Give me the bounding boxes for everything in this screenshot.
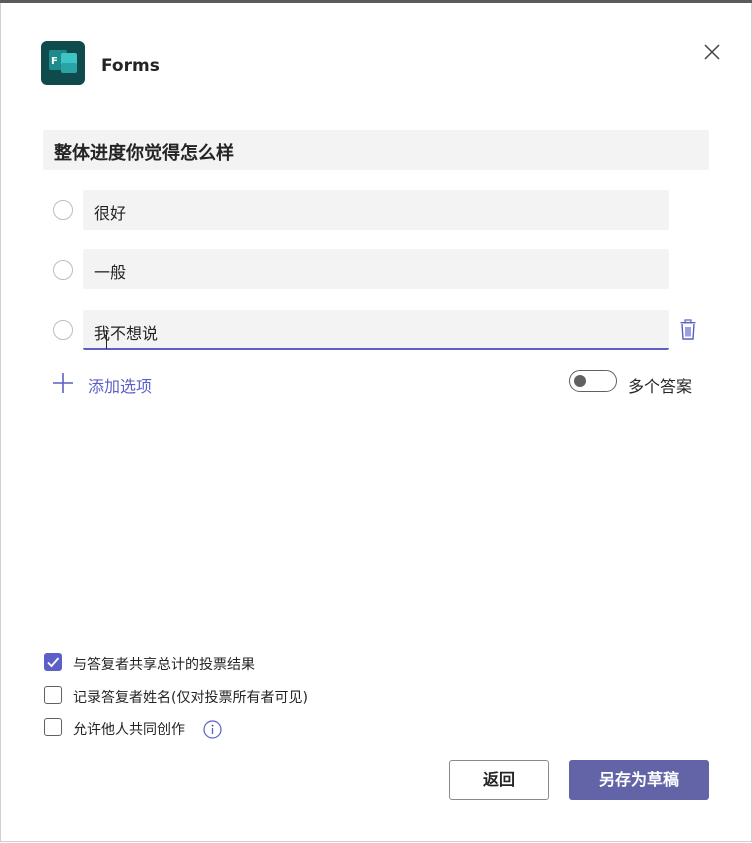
- save-draft-button[interactable]: 另存为草稿: [569, 760, 709, 800]
- co-author-checkbox[interactable]: [44, 718, 62, 736]
- question-field[interactable]: 整体进度你觉得怎么样: [43, 130, 709, 170]
- option-text: 我不想说: [94, 324, 159, 343]
- co-author-label: 允许他人共同创作: [73, 722, 185, 738]
- option-field-1[interactable]: 很好: [83, 190, 669, 230]
- info-button[interactable]: [203, 720, 222, 739]
- toggle-knob: [574, 375, 586, 387]
- option-text-wrap: 我不想说: [94, 320, 159, 349]
- option-field-2[interactable]: 一般: [83, 249, 669, 289]
- forms-icon: F: [41, 41, 85, 85]
- delete-option-button[interactable]: [678, 319, 698, 341]
- option-radio: [53, 200, 73, 220]
- trash-icon: [680, 319, 696, 340]
- multiple-answers-toggle[interactable]: [569, 370, 617, 392]
- option-text: 一般: [94, 263, 127, 282]
- plus-icon: [53, 373, 73, 393]
- share-results-checkbox[interactable]: [44, 653, 62, 671]
- option-text: 很好: [94, 204, 127, 223]
- record-names-label: 记录答复者姓名(仅对投票所有者可见): [73, 690, 308, 706]
- forms-icon-shape: [61, 63, 77, 73]
- forms-dialog: [0, 3, 752, 842]
- back-button[interactable]: 返回: [449, 760, 549, 800]
- share-results-label: 与答复者共享总计的投票结果: [73, 657, 255, 673]
- close-icon: [704, 44, 720, 60]
- option-field-3[interactable]: 我不想说: [83, 310, 669, 350]
- record-names-checkbox[interactable]: [44, 686, 62, 704]
- forms-icon-letter: F: [51, 56, 58, 67]
- question-text: 整体进度你觉得怎么样: [54, 143, 234, 164]
- option-radio: [53, 320, 73, 340]
- app-title: Forms: [101, 56, 160, 76]
- info-icon: [203, 720, 222, 739]
- add-option-label: 添加选项: [88, 377, 153, 396]
- checkmark-icon: [47, 657, 60, 668]
- option-radio: [53, 260, 73, 280]
- text-caret: [106, 330, 107, 349]
- close-button[interactable]: [699, 39, 725, 65]
- multiple-answers-label: 多个答案: [628, 377, 693, 396]
